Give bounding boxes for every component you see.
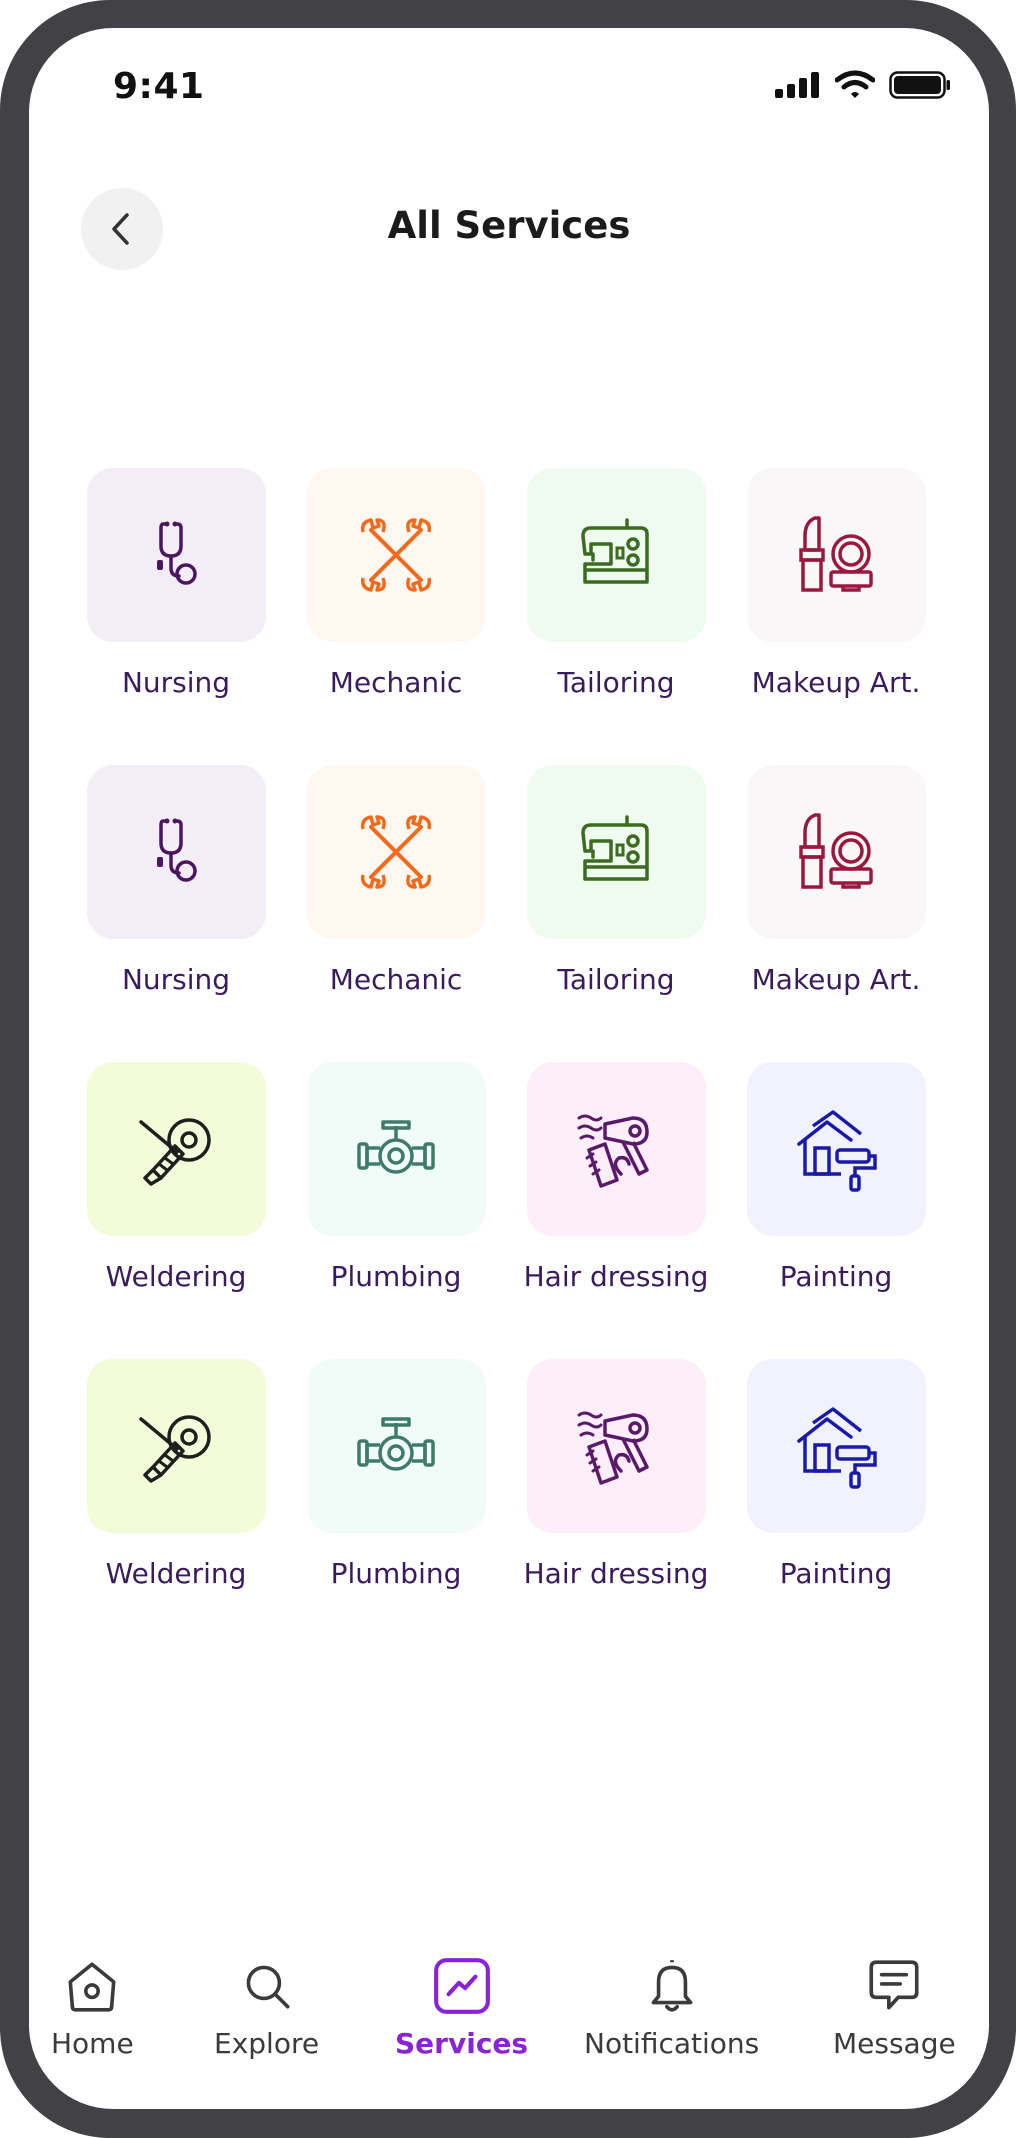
service-item[interactable]: Mechanic [286, 765, 506, 1062]
hair-dryer-comb-icon [577, 1411, 649, 1485]
service-item[interactable]: Painting [726, 1359, 946, 1656]
service-label: Tailoring [557, 963, 675, 996]
service-item[interactable]: Plumbing [286, 1062, 506, 1359]
nav-item-explore[interactable]: Explore [214, 1955, 319, 2060]
service-item[interactable]: Weldering [66, 1062, 286, 1359]
service-tile[interactable] [306, 468, 486, 642]
service-label: Weldering [105, 1557, 247, 1590]
status-icons [775, 70, 951, 100]
service-item[interactable]: Tailoring [506, 468, 726, 765]
service-label: Painting [779, 1557, 893, 1590]
service-item[interactable]: Mechanic [286, 468, 506, 765]
nav-item-services[interactable]: Services [395, 1955, 528, 2060]
service-item[interactable]: Hair dressing [506, 1062, 726, 1359]
nav-label-home: Home [51, 2027, 134, 2060]
bottom-nav: Home Explore Services Notifications Mess… [29, 1919, 989, 2109]
bell-icon [651, 1960, 693, 2012]
service-label: Weldering [105, 1260, 247, 1293]
service-tile[interactable] [306, 765, 486, 939]
service-tile[interactable] [526, 468, 706, 642]
lipstick-compact-icon [799, 813, 873, 889]
battery-icon [889, 71, 950, 99]
service-item[interactable]: Nursing [66, 765, 286, 1062]
angle-grinder-icon [139, 1415, 211, 1483]
home-icon [68, 1962, 116, 2012]
service-tile[interactable] [86, 1062, 266, 1236]
pipe-valve-icon [357, 1417, 435, 1471]
nav-item-notifications[interactable]: Notifications [584, 1955, 759, 2060]
search-icon [246, 1965, 290, 2009]
sewing-machine-icon [581, 815, 649, 881]
service-tile[interactable] [86, 1359, 266, 1533]
service-item[interactable]: Hair dressing [506, 1359, 726, 1656]
service-label: Nursing [121, 666, 231, 699]
service-label: Nursing [121, 963, 231, 996]
nav-item-home[interactable]: Home [51, 1955, 134, 2060]
services-grid: Nursing Mechanic Tailoring Makeup Art. N… [66, 468, 946, 1656]
service-tile[interactable] [306, 1359, 486, 1533]
service-label: Hair dressing [523, 1557, 709, 1590]
pipe-valve-icon [357, 1120, 435, 1174]
chat-icon [869, 1960, 919, 2010]
nav-item-message[interactable]: Message [833, 1955, 956, 2060]
crossed-wrenches-icon [360, 518, 432, 592]
house-paint-roller-icon [797, 1407, 877, 1489]
service-tile[interactable] [526, 1062, 706, 1236]
service-tile[interactable] [746, 1062, 926, 1236]
stethoscope-icon [157, 521, 197, 585]
service-tile[interactable] [306, 1062, 486, 1236]
service-label: Plumbing [330, 1557, 462, 1590]
service-tile[interactable] [746, 1359, 926, 1533]
angle-grinder-icon [139, 1118, 211, 1186]
service-label: Mechanic [329, 963, 463, 996]
service-tile[interactable] [526, 765, 706, 939]
service-item[interactable]: Nursing [66, 468, 286, 765]
service-item[interactable]: Makeup Art. [726, 765, 946, 1062]
service-item[interactable]: Tailoring [506, 765, 726, 1062]
status-time: 9:41 [113, 66, 205, 107]
house-paint-roller-icon [797, 1110, 877, 1192]
crossed-wrenches-icon [360, 815, 432, 889]
hair-dryer-comb-icon [577, 1114, 649, 1188]
service-item[interactable]: Painting [726, 1062, 946, 1359]
service-label: Mechanic [329, 666, 463, 699]
service-label: Makeup Art. [751, 666, 921, 699]
service-tile[interactable] [746, 765, 926, 939]
service-tile[interactable] [86, 468, 266, 642]
service-tile[interactable] [526, 1359, 706, 1533]
wifi-icon [835, 70, 875, 98]
service-label: Tailoring [557, 666, 675, 699]
screen: 9:41 All Services Nursing Mechanic Tailo… [29, 28, 989, 2109]
signal-icon [775, 72, 819, 98]
nav-label-services: Services [395, 2027, 529, 2060]
service-label: Painting [779, 1260, 893, 1293]
service-label: Hair dressing [523, 1260, 709, 1293]
nav-label-notifications: Notifications [584, 2027, 760, 2060]
nav-label-message: Message [833, 2027, 956, 2060]
page-title: All Services [387, 204, 631, 247]
service-tile[interactable] [746, 468, 926, 642]
service-tile[interactable] [86, 765, 266, 939]
service-item[interactable]: Weldering [66, 1359, 286, 1656]
stethoscope-icon [157, 818, 197, 882]
service-item[interactable]: Makeup Art. [726, 468, 946, 765]
sewing-machine-icon [581, 518, 649, 584]
lipstick-compact-icon [799, 516, 873, 592]
service-label: Plumbing [330, 1260, 462, 1293]
nav-label-explore: Explore [214, 2027, 320, 2060]
service-item[interactable]: Plumbing [286, 1359, 506, 1656]
service-label: Makeup Art. [751, 963, 921, 996]
chart-icon [433, 1958, 490, 2014]
